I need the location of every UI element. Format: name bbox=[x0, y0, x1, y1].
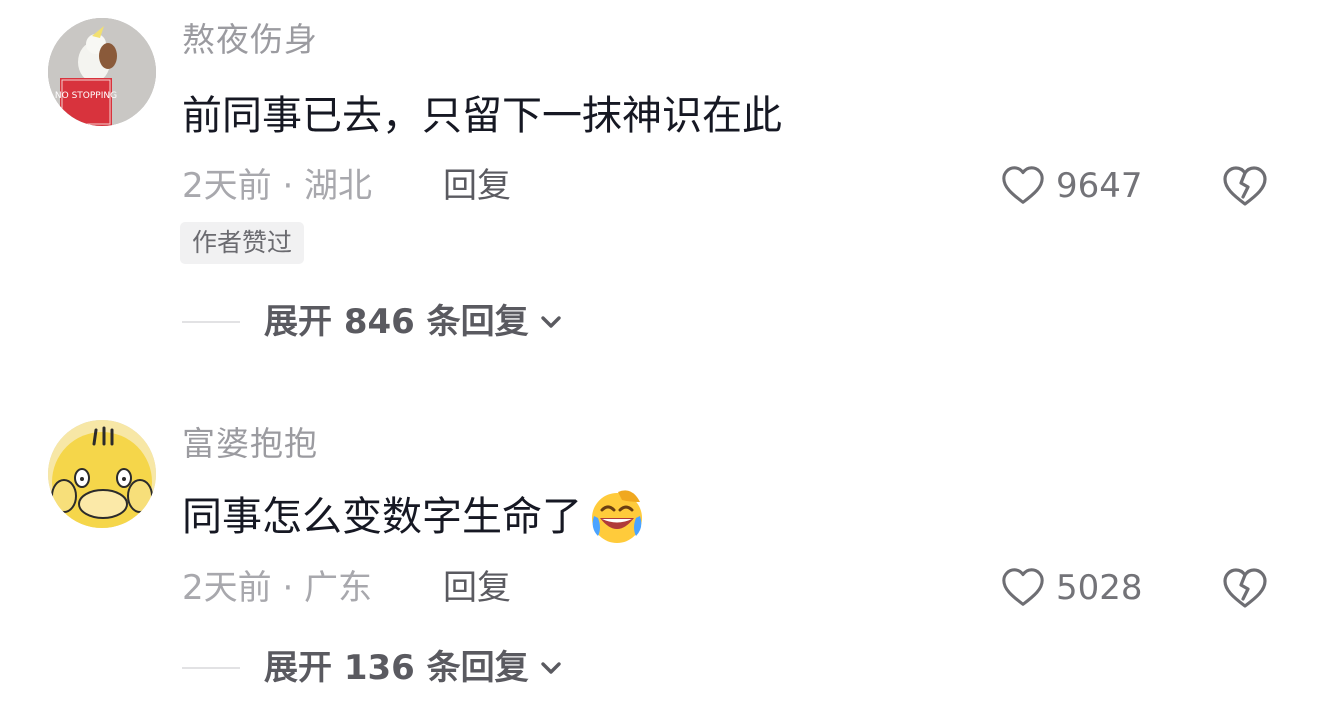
comment-meta: 2天前 · 广东 bbox=[182, 568, 373, 608]
like-button[interactable]: 9647 bbox=[1000, 162, 1143, 210]
reply-button[interactable]: 回复 bbox=[443, 164, 511, 208]
avatar[interactable] bbox=[48, 420, 156, 528]
divider-line bbox=[182, 667, 240, 669]
heart-icon bbox=[1002, 166, 1044, 204]
broken-heart-icon bbox=[1223, 568, 1267, 608]
divider-line bbox=[182, 321, 240, 323]
broken-heart-icon bbox=[1223, 166, 1267, 206]
laughing-crying-emoji-icon bbox=[592, 490, 642, 543]
dislike-button[interactable] bbox=[1220, 162, 1270, 210]
reply-button[interactable]: 回复 bbox=[443, 566, 511, 610]
comment-text-content: 同事怎么变数字生命了 bbox=[182, 494, 582, 540]
comment-meta: 2天前 · 湖北 bbox=[182, 166, 373, 206]
svg-text:NO STOPPING: NO STOPPING bbox=[55, 91, 117, 101]
like-count: 5028 bbox=[1056, 568, 1143, 608]
dislike-button[interactable] bbox=[1220, 564, 1270, 612]
heart-icon bbox=[1002, 568, 1044, 606]
expand-replies-label: 展开 136 条回复 bbox=[264, 648, 529, 688]
avatar-image bbox=[48, 420, 156, 528]
chevron-down-icon bbox=[540, 316, 561, 328]
comment-text: 前同事已去，只留下一抹神识在此 bbox=[182, 88, 782, 144]
expand-replies-button[interactable]: 展开 846 条回复 bbox=[182, 298, 565, 346]
expand-replies-label: 展开 846 条回复 bbox=[264, 302, 529, 342]
comment-text: 同事怎么变数字生命了 bbox=[182, 488, 646, 546]
comment-item: 富婆抱抱 同事怎么变数字生命了 2天前 · 广东 回复 5028 展开 136 … bbox=[0, 412, 1320, 712]
avatar[interactable]: NO STOPPING bbox=[48, 18, 156, 126]
avatar-image: NO STOPPING bbox=[48, 18, 156, 126]
author-liked-badge: 作者赞过 bbox=[180, 222, 305, 264]
like-button[interactable]: 5028 bbox=[1000, 564, 1143, 612]
chevron-down-icon bbox=[540, 662, 561, 674]
like-count: 9647 bbox=[1056, 166, 1143, 206]
username[interactable]: 富婆抱抱 bbox=[182, 424, 318, 464]
username[interactable]: 熬夜伤身 bbox=[182, 20, 318, 60]
expand-replies-button[interactable]: 展开 136 条回复 bbox=[182, 644, 565, 692]
comment-item: NO STOPPING 熬夜伤身 前同事已去，只留下一抹神识在此 2天前 · 湖… bbox=[0, 0, 1320, 400]
comment-text-content: 前同事已去，只留下一抹神识在此 bbox=[182, 93, 782, 139]
